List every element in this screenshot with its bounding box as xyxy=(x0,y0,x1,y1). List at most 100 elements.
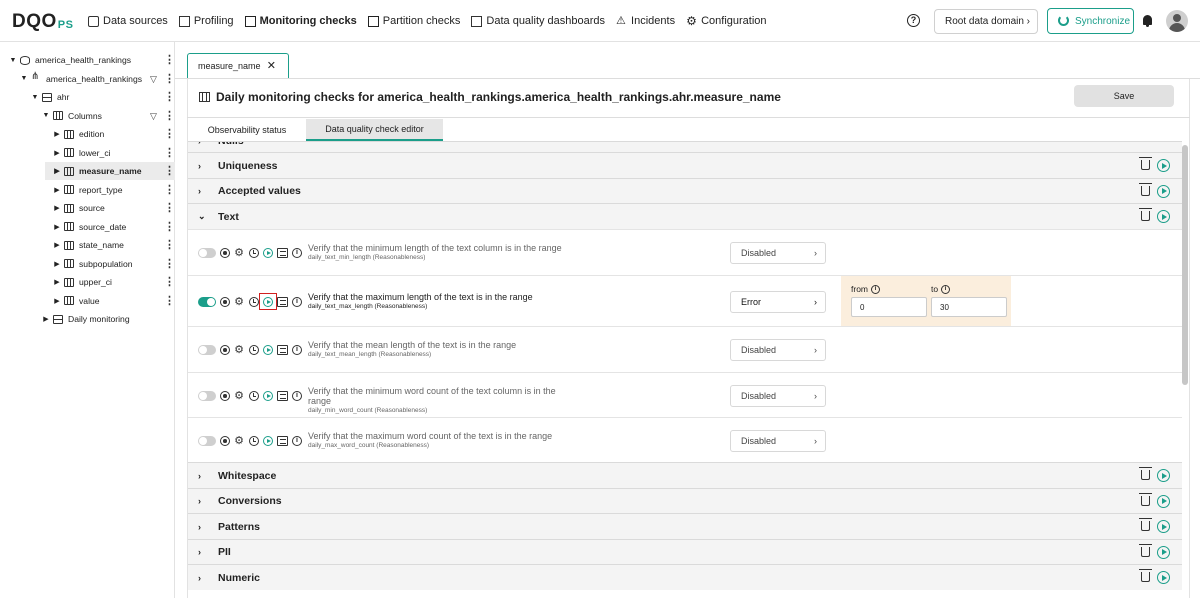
category-nulls[interactable]: › Nulls xyxy=(188,141,1182,152)
info-icon[interactable]: i xyxy=(292,345,302,355)
check-enabled-toggle[interactable] xyxy=(198,248,216,258)
tab-observability-status[interactable]: Observability status xyxy=(195,119,299,141)
check-enabled-toggle[interactable] xyxy=(198,297,216,307)
trash-icon[interactable] xyxy=(1139,157,1152,170)
open-tab-measure-name[interactable]: measure_name ✕ xyxy=(187,53,289,78)
target-icon[interactable] xyxy=(220,345,230,355)
check-enabled-toggle[interactable] xyxy=(198,345,216,355)
more-options-icon[interactable]: ⋮ xyxy=(164,144,175,162)
dqops-logo[interactable]: DQO PS xyxy=(12,11,73,33)
sidebar-item-daily-monitoring[interactable]: ▶ Daily monitoring xyxy=(42,310,129,328)
chevron-down-icon[interactable]: ⌄ xyxy=(198,211,218,222)
sidebar-item-state-name[interactable]: ▶ state_name xyxy=(53,236,124,254)
caret-right-icon[interactable]: ▶ xyxy=(53,204,61,212)
more-options-icon[interactable]: ⋮ xyxy=(164,51,175,69)
severity-selector[interactable]: Disabled › xyxy=(730,430,826,452)
chevron-right-icon[interactable]: › xyxy=(198,547,218,557)
trash-icon[interactable] xyxy=(1139,518,1152,532)
run-checks-icon[interactable] xyxy=(1157,184,1170,198)
caret-right-icon[interactable]: ▶ xyxy=(53,223,61,231)
info-icon[interactable]: i xyxy=(292,297,302,307)
user-avatar[interactable] xyxy=(1166,10,1188,32)
chevron-right-icon[interactable]: › xyxy=(198,573,218,583)
gear-icon[interactable]: ⚙ xyxy=(234,436,244,447)
more-options-icon[interactable]: ⋮ xyxy=(164,255,175,273)
results-list-icon[interactable] xyxy=(277,345,288,355)
category-text[interactable]: ⌄ Text xyxy=(188,203,1182,229)
nav-monitoring-checks[interactable]: Monitoring checks xyxy=(244,15,357,27)
run-checks-icon[interactable] xyxy=(1157,494,1170,508)
run-checks-icon[interactable] xyxy=(1157,545,1170,559)
more-options-icon[interactable]: ⋮ xyxy=(164,236,175,254)
caret-right-icon[interactable]: ▶ xyxy=(53,278,61,286)
sidebar-item-value[interactable]: ▶ value xyxy=(53,292,99,310)
run-check-icon[interactable] xyxy=(263,391,273,401)
synchronize-button[interactable]: Synchronize xyxy=(1047,8,1134,34)
nav-data-sources[interactable]: Data sources xyxy=(88,15,168,27)
gear-icon[interactable]: ⚙ xyxy=(234,345,244,356)
chevron-right-icon[interactable]: › xyxy=(198,142,218,146)
info-icon[interactable]: i xyxy=(941,284,951,294)
trash-icon[interactable] xyxy=(1139,182,1152,196)
data-domain-selector[interactable]: Root data domain › xyxy=(934,9,1038,34)
check-enabled-toggle[interactable] xyxy=(198,391,216,401)
schedule-clock-icon[interactable] xyxy=(249,345,259,355)
more-options-icon[interactable]: ⋮ xyxy=(164,125,175,143)
chevron-right-icon[interactable]: › xyxy=(198,471,218,481)
nav-partition-checks[interactable]: Partition checks xyxy=(367,15,460,27)
caret-down-icon[interactable]: ▼ xyxy=(20,75,28,82)
sidebar-item-columns[interactable]: ▼ Columns xyxy=(42,107,102,125)
more-options-icon[interactable]: ⋮ xyxy=(164,70,175,88)
scrollbar[interactable] xyxy=(1182,145,1188,385)
caret-down-icon[interactable]: ▼ xyxy=(42,112,50,119)
chevron-right-icon[interactable]: › xyxy=(198,496,218,506)
target-icon[interactable] xyxy=(220,391,230,401)
schedule-clock-icon[interactable] xyxy=(249,391,259,401)
caret-right-icon[interactable]: ▶ xyxy=(53,260,61,268)
trash-icon[interactable] xyxy=(1139,208,1152,221)
caret-right-icon[interactable]: ▶ xyxy=(53,167,61,175)
sidebar-item-source[interactable]: ▶ source xyxy=(53,199,105,217)
save-button[interactable]: Save xyxy=(1074,85,1174,107)
caret-right-icon[interactable]: ▶ xyxy=(53,149,61,157)
sidebar-item-upper-ci[interactable]: ▶ upper_ci xyxy=(53,273,112,291)
more-options-icon[interactable]: ⋮ xyxy=(164,199,175,217)
more-options-icon[interactable]: ⋮ xyxy=(164,162,175,180)
results-list-icon[interactable] xyxy=(277,391,288,401)
caret-right-icon[interactable]: ▶ xyxy=(53,130,61,138)
more-options-icon[interactable]: ⋮ xyxy=(164,88,175,106)
caret-right-icon[interactable]: ▶ xyxy=(53,297,61,305)
gear-icon[interactable]: ⚙ xyxy=(234,391,244,402)
target-icon[interactable] xyxy=(220,436,230,446)
category-numeric[interactable]: › Numeric xyxy=(188,564,1182,591)
tab-check-editor[interactable]: Data quality check editor xyxy=(306,119,443,141)
category-conversions[interactable]: › Conversions xyxy=(188,487,1182,514)
sidebar-item-report-type[interactable]: ▶ report_type xyxy=(53,181,122,199)
target-icon[interactable] xyxy=(220,248,230,258)
caret-right-icon[interactable]: ▶ xyxy=(53,241,61,249)
filter-icon[interactable]: ▽ xyxy=(150,107,157,125)
sidebar-item-america-health-rankings[interactable]: ▼ america_health_rankings xyxy=(9,51,132,69)
run-checks-icon[interactable] xyxy=(1157,520,1170,534)
sidebar-item-lower-ci[interactable]: ▶ lower_ci xyxy=(53,144,110,162)
run-checks-icon[interactable] xyxy=(1157,159,1170,172)
info-icon[interactable]: i xyxy=(871,284,880,294)
results-list-icon[interactable] xyxy=(277,297,288,307)
more-options-icon[interactable]: ⋮ xyxy=(164,107,175,125)
chevron-right-icon[interactable]: › xyxy=(198,522,218,532)
trash-icon[interactable] xyxy=(1139,543,1152,557)
close-icon[interactable]: ✕ xyxy=(267,59,276,72)
caret-down-icon[interactable]: ▼ xyxy=(31,94,39,101)
nav-profiling[interactable]: Profiling xyxy=(178,15,234,27)
category-whitespace[interactable]: › Whitespace xyxy=(188,462,1182,488)
sidebar-item-subpopulation[interactable]: ▶ subpopulation xyxy=(53,255,132,273)
nav-dashboards[interactable]: Data quality dashboards xyxy=(471,15,605,27)
sidebar-item-source-date[interactable]: ▶ source_date xyxy=(53,218,126,236)
more-options-icon[interactable]: ⋮ xyxy=(164,273,175,291)
more-options-icon[interactable]: ⋮ xyxy=(164,181,175,199)
chevron-right-icon[interactable]: › xyxy=(198,161,218,171)
severity-selector[interactable]: Disabled › xyxy=(730,385,826,407)
sidebar-item-america-health-rankings[interactable]: ▼ america_health_rankings xyxy=(20,70,143,88)
sidebar-item-ahr[interactable]: ▼ ahr xyxy=(31,88,70,106)
nav-incidents[interactable]: ⚠ Incidents xyxy=(616,15,675,27)
